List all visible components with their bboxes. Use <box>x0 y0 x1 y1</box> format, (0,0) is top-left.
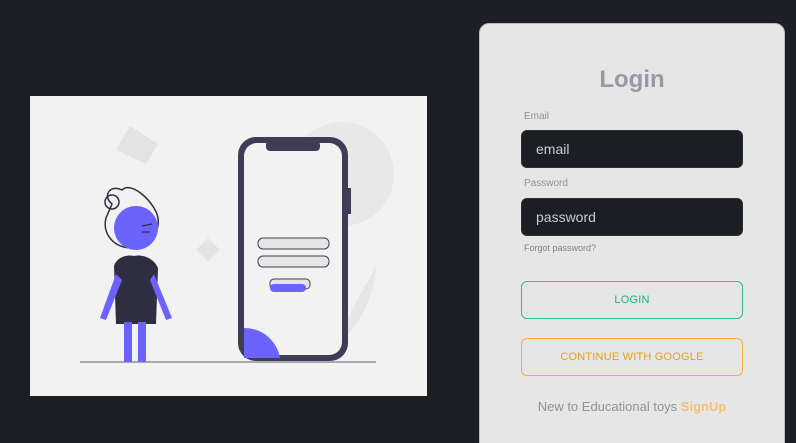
person-graphic <box>100 187 172 362</box>
phone-graphic <box>238 137 351 361</box>
forgot-password-link[interactable]: Forgot password? <box>524 243 596 253</box>
email-label: Email <box>524 111 550 122</box>
password-field[interactable] <box>521 198 743 236</box>
signup-link[interactable]: SignUp <box>681 399 727 414</box>
person-phone-illustration <box>80 122 394 363</box>
login-button[interactable]: LOGIN <box>521 281 743 319</box>
signup-prompt-text: New to Educational toys <box>537 399 678 414</box>
password-label: Password <box>524 178 568 189</box>
email-field[interactable] <box>521 130 743 168</box>
decor-shape <box>196 238 220 262</box>
login-title: Login <box>599 66 665 93</box>
signup-prompt-line: New to Educational toys SignUp <box>480 399 784 414</box>
continue-with-google-button[interactable]: CONTINUE WITH GOOGLE <box>521 338 743 376</box>
login-illustration <box>30 96 427 396</box>
page: Login Email Password Forgot password? LO… <box>0 0 796 443</box>
decor-shape <box>116 126 158 164</box>
login-card: Login Email Password Forgot password? LO… <box>479 23 785 443</box>
